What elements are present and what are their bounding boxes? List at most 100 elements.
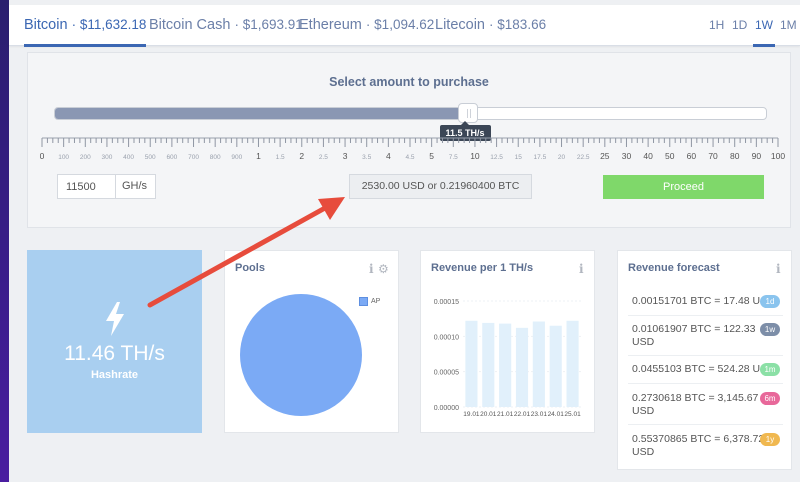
tab-sep: ·: [234, 17, 239, 32]
chart-bar: [499, 323, 512, 407]
hashrate-label: Hashrate: [90, 369, 139, 381]
chart-bar: [515, 327, 529, 407]
revenue-bar-chart: 0.00015 0.00010 0.00005 0.00000 19.01 20.01 21…: [434, 299, 581, 418]
purchase-title: Select amount to purchase: [329, 75, 489, 89]
legend-label: AP: [371, 298, 381, 305]
currency-tab-bar: Bitcoin · $11,632.18 Bitcoin Cash · $1,6…: [9, 5, 800, 47]
forecast-row-6m: 0.2730618 BTC = 3,145.67 USD 6m: [632, 392, 780, 418]
ruler-label: 50: [665, 151, 675, 161]
range-1w[interactable]: 1W: [753, 5, 775, 47]
hashrate-unit: GH/s: [122, 180, 148, 192]
proceed-button[interactable]: Proceed: [603, 175, 764, 199]
chart-bar: [482, 322, 495, 407]
ruler-label: 3.5: [362, 154, 371, 161]
legend-swatch: [359, 297, 368, 306]
divider: [628, 424, 783, 425]
x-tick-label: 20.01: [480, 411, 497, 418]
ruler-label: 600: [166, 154, 177, 161]
tab-bitcoin-cash[interactable]: Bitcoin Cash · $1,693.91: [149, 5, 303, 46]
divider: [628, 383, 783, 384]
chart-bar: [532, 321, 545, 407]
tab-sep: ·: [71, 17, 77, 32]
ruler-label: 4.5: [405, 154, 414, 161]
ruler-label: 10: [470, 151, 480, 161]
ruler-label: 2: [299, 151, 304, 161]
badge-1w: 1w: [760, 323, 780, 336]
tab-price: $11,632.18: [79, 17, 147, 32]
ruler-label: 15: [515, 154, 523, 161]
slider-handle[interactable]: [457, 103, 478, 123]
cost-display: 2530.00 USD or 0.21960400 BTC: [349, 174, 532, 199]
ruler-label: 40: [643, 151, 653, 161]
tab-ethereum[interactable]: Ethereum · $1,094.62: [299, 5, 434, 46]
tab-name: Bitcoin Cash: [149, 17, 231, 33]
ruler-label: 20: [558, 154, 566, 161]
tab-sep: ·: [365, 17, 371, 32]
forecast-text: 0.01061907 BTC = 122.33 USD: [632, 323, 756, 348]
hashrate-ruler: 0 100 200 300 400 500 600 700 800 900 1 1.5 2 2.5 3 3.5…: [40, 137, 785, 161]
badge-1y: 1y: [760, 433, 780, 446]
x-tick-label: 24.01: [548, 411, 565, 418]
range-1h[interactable]: 1H: [709, 5, 724, 46]
x-tick-label: 23.01: [531, 411, 548, 418]
tab-name: Ethereum: [299, 17, 362, 33]
badge-1m: 1m: [760, 363, 780, 376]
y-tick-label: 0.00005: [434, 370, 459, 377]
ruler-label: 22.5: [577, 154, 590, 161]
ruler-label: 4: [386, 151, 391, 161]
forecast-text: 0.00151701 BTC = 17.48 USD: [632, 295, 775, 307]
info-icon[interactable]: i: [369, 262, 374, 276]
tab-sep: ·: [489, 17, 494, 32]
chart-bar: [566, 320, 579, 407]
y-tick-label: 0.00015: [434, 299, 459, 306]
hashrate-input[interactable]: [58, 175, 116, 198]
forecast-text: 0.2730618 BTC = 3,145.67 USD: [632, 392, 759, 417]
pools-card: Pools i ⚙ AP: [224, 250, 399, 433]
hashrate-slider-track[interactable]: [54, 107, 767, 120]
x-tick-label: 19.01: [463, 411, 480, 418]
forecast-text: 0.0455103 BTC = 524.28 USD: [632, 363, 775, 375]
hashrate-input-group: GH/s: [57, 174, 156, 199]
purchase-panel: Select amount to purchase 11.5 TH/s 0 100…: [27, 52, 791, 228]
y-tick-label: 0.00000: [434, 405, 459, 412]
lightning-bolt-icon: [106, 302, 124, 336]
divider: [628, 355, 783, 356]
ruler-label: 500: [145, 154, 156, 161]
forecast-title: Revenue forecast: [628, 262, 720, 274]
badge-1d: 1d: [760, 295, 780, 308]
ruler-label: 200: [80, 154, 91, 161]
ruler-label: 7.5: [449, 154, 458, 161]
ruler-label: 3: [343, 151, 348, 161]
hashrate-card: 11.46 TH/s Hashrate: [27, 250, 202, 433]
info-icon[interactable]: i: [776, 262, 781, 276]
y-tick-label: 0.00010: [434, 334, 459, 341]
slider-fill: [55, 108, 468, 119]
ruler-label: 400: [123, 154, 134, 161]
ruler-label: 5: [429, 151, 434, 161]
ruler-label: 30: [622, 151, 632, 161]
ruler-label: 17.5: [534, 154, 547, 161]
ruler-label: 300: [102, 154, 113, 161]
forecast-row-1y: 0.55370865 BTC = 6,378.72 USD 1y: [632, 433, 780, 459]
ruler-label: 700: [188, 154, 199, 161]
side-strip: [0, 0, 9, 482]
tab-price: $1,693.91: [242, 17, 303, 32]
tab-bitcoin[interactable]: Bitcoin · $11,632.18: [24, 5, 147, 47]
ruler-label: 100: [58, 154, 69, 161]
x-tick-label: 22.01: [514, 411, 531, 418]
ruler-label: 1.5: [276, 154, 285, 161]
ruler-label: 100: [771, 151, 785, 161]
ruler-label: 900: [231, 154, 242, 161]
ruler-label: 0: [40, 151, 45, 161]
tab-name: Bitcoin: [24, 17, 68, 33]
pools-legend: AP: [359, 297, 380, 306]
hashrate-value: 11.46 TH/s: [64, 342, 165, 365]
pie-slice-ap: [240, 294, 362, 416]
tab-name: Litecoin: [435, 17, 485, 33]
tab-litecoin[interactable]: Litecoin · $183.66: [435, 5, 546, 46]
gear-icon[interactable]: ⚙: [378, 262, 389, 276]
range-1d[interactable]: 1D: [732, 5, 747, 46]
range-1m[interactable]: 1M: [780, 5, 797, 46]
ruler-label: 60: [687, 151, 697, 161]
ruler-label: 70: [708, 151, 718, 161]
